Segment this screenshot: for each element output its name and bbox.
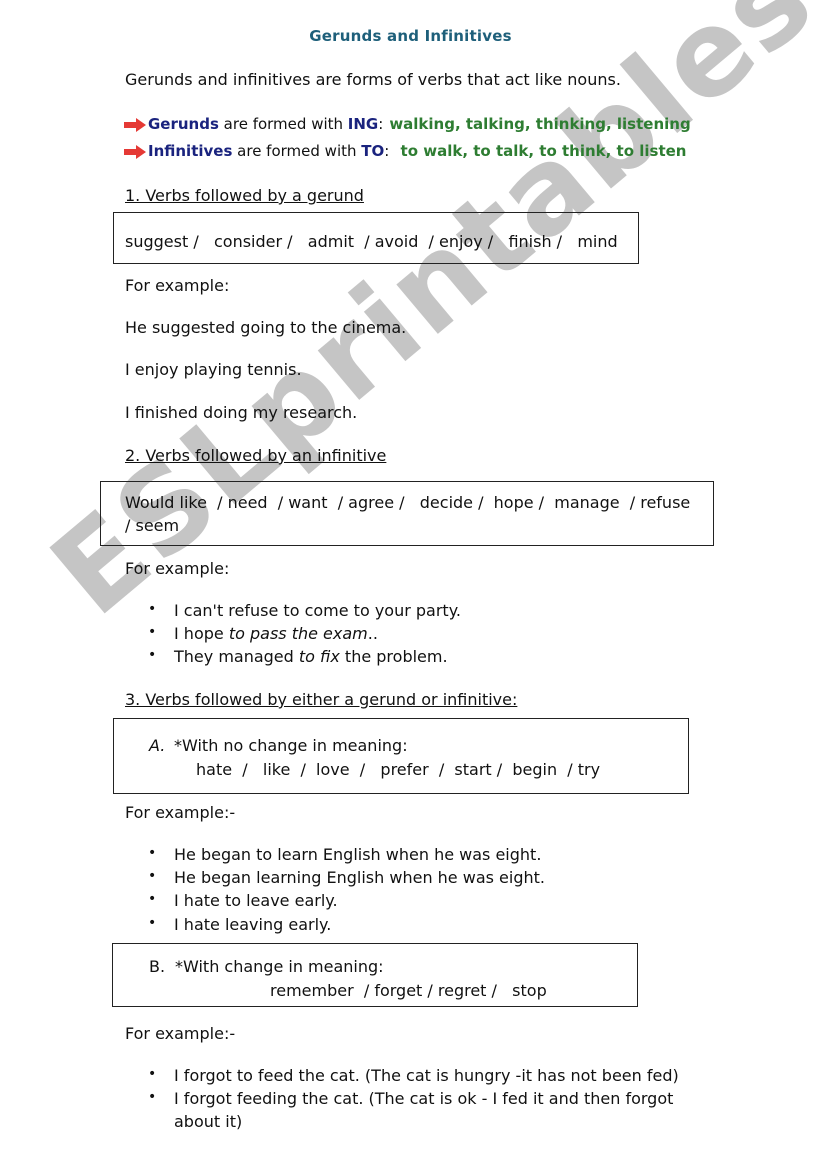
partB-label: B.: [149, 957, 166, 976]
rule-examples: to walk, to talk, to think, to listen: [395, 142, 687, 160]
rule-examples: walking, talking, thinking, listening: [389, 115, 691, 133]
section2-example: • I can't refuse to come to your party.: [148, 601, 461, 620]
rule-marker: TO: [361, 142, 385, 160]
section3-example-a: • I hate leaving early.: [148, 915, 332, 934]
section2-for-example: For example:: [125, 559, 230, 578]
bullet-icon: •: [148, 915, 157, 931]
section3-partB-box: B. *With change in meaning: remember / f…: [112, 943, 638, 1007]
partB-title: *With change in meaning:: [175, 957, 384, 976]
section1-verbs: suggest / consider / admit / avoid / enj…: [125, 232, 618, 251]
section2-heading: 2. Verbs followed by an infinitive: [125, 446, 387, 465]
partA-title: *With no change in meaning:: [174, 736, 408, 755]
section2-verbs-line2: / seem: [125, 516, 180, 535]
bullet-icon: •: [148, 868, 157, 884]
section1-for-example: For example:: [125, 276, 230, 295]
arrow-icon: [124, 117, 146, 132]
section2-verbs-line1: Would like / need / want / agree / decid…: [125, 493, 691, 512]
partA-label: A.: [149, 736, 166, 755]
section3-example-b: • I forgot to feed the cat. (The cat is h…: [148, 1066, 679, 1085]
rule-text: are formed with: [232, 142, 362, 160]
rule-gerunds: Gerunds are formed with ING: walking, tal…: [124, 115, 691, 133]
rule-infinitives: Infinitives are formed with TO: to walk,…: [124, 142, 687, 160]
section1-example: I enjoy playing tennis.: [125, 360, 302, 379]
bullet-icon: •: [148, 845, 157, 861]
section3-example-b-continued: about it): [174, 1112, 243, 1131]
section2-example: • They managed to fix the problem.: [148, 647, 448, 666]
rule-marker: ING: [347, 115, 379, 133]
bullet-icon: •: [148, 1089, 157, 1105]
partB-verbs: remember / forget / regret / stop: [270, 981, 547, 1000]
section3-example-a: • He began to learn English when he was e…: [148, 845, 542, 864]
rule-keyword: Infinitives: [148, 142, 233, 160]
bullet-icon: •: [148, 1066, 157, 1082]
section2-example: • I hope to pass the exam..: [148, 624, 378, 643]
section3-example-a: • He began learning English when he was e…: [148, 868, 545, 887]
page-title: Gerunds and Infinitives: [309, 27, 512, 45]
rule-colon: :: [384, 142, 390, 160]
intro-text: Gerunds and infinitives are forms of ver…: [125, 70, 621, 89]
section1-example: I finished doing my research.: [125, 403, 358, 422]
partA-verbs: hate / like / love / prefer / start / be…: [196, 760, 601, 779]
section3-partA-box: A. *With no change in meaning: hate / li…: [113, 718, 689, 794]
bullet-icon: •: [148, 647, 157, 663]
rule-colon: :: [378, 115, 384, 133]
section3-example-a: • I hate to leave early.: [148, 891, 338, 910]
section1-heading: 1. Verbs followed by a gerund: [125, 186, 364, 205]
rule-text: are formed with: [218, 115, 348, 133]
section3-for-example-a: For example:-: [125, 803, 236, 822]
section2-verb-box: Would like / need / want / agree / decid…: [100, 481, 714, 546]
section1-verb-box: suggest / consider / admit / avoid / enj…: [113, 212, 639, 264]
section1-example: He suggested going to the cinema.: [125, 318, 407, 337]
bullet-icon: •: [148, 601, 157, 617]
bullet-icon: •: [148, 891, 157, 907]
section3-example-b: • I forgot feeding the cat. (The cat is o…: [148, 1089, 674, 1108]
section3-for-example-b: For example:-: [125, 1024, 236, 1043]
section3-heading: 3. Verbs followed by either a gerund or …: [125, 690, 518, 709]
rule-keyword: Gerunds: [148, 115, 219, 133]
arrow-icon: [124, 144, 146, 159]
bullet-icon: •: [148, 624, 157, 640]
